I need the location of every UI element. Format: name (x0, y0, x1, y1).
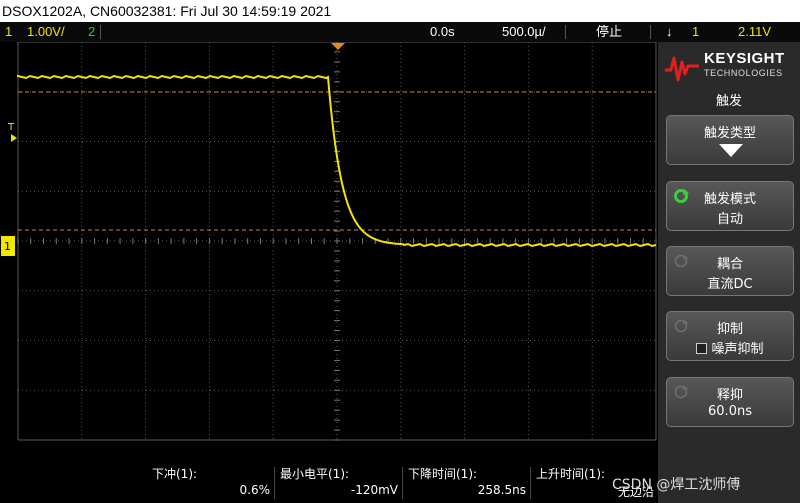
measure-min-level[interactable]: 最小电平(1): -120mV (274, 463, 402, 503)
softkey-label: 触发类型 (703, 126, 756, 141)
logo-text: KEYSIGHT (704, 50, 785, 67)
softkey-coupling[interactable]: 耦合 直流DC (666, 246, 794, 296)
logo-subtext: TECHNOLOGIES (704, 68, 783, 78)
measure-label: 下降时间(1): (408, 467, 478, 481)
measure-value: 258.5ns (477, 483, 526, 497)
ch1-scale[interactable]: 1.00V/ (27, 22, 65, 42)
softkey-reject[interactable]: 抑制 噪声抑制 (666, 311, 794, 361)
softkey-label: 释抑 (716, 388, 743, 403)
measure-label: 上升时间(1): (536, 467, 606, 481)
window-title: DSOX1202A, CN60032381: Fri Jul 30 14:59:… (0, 0, 800, 22)
time-scale[interactable]: 500.0µ/ (502, 22, 546, 42)
measure-label: 最小电平(1): (280, 467, 350, 481)
measurement-bar: 下冲(1): 0.6% 最小电平(1): -120mV 下降时间(1): 258… (0, 463, 658, 503)
ch1-ground-label: 1 (4, 240, 11, 253)
status-divider (565, 25, 566, 39)
softkey-value: 直流DC (707, 277, 753, 292)
measure-value: 0.6% (239, 483, 271, 497)
trigger-level-marker (11, 134, 17, 142)
trigger-channel[interactable]: 1 (692, 22, 699, 42)
trigger-slope-icon[interactable]: ↓ (666, 22, 673, 42)
softkey-value-row: 噪声抑制 (667, 338, 793, 357)
status-divider (650, 25, 651, 39)
menu-title: 触发 (715, 94, 742, 109)
arrow-down-icon (719, 144, 743, 157)
watermark-text: CSDN @焊工沈师傅 (612, 477, 741, 493)
softkey-label: 耦合 (716, 257, 743, 272)
measure-label: 下冲(1): (152, 467, 198, 481)
noise-reject-checkbox[interactable] (696, 343, 708, 354)
waveform-svg: T 1 (1, 42, 657, 441)
time-reference[interactable]: 0.0s (430, 22, 455, 42)
softkey-panel: KEYSIGHT TECHNOLOGIES 触发 触发类型 触发模式 自动 耦合… (658, 42, 800, 503)
softkey-value: 60.0ns (708, 404, 752, 419)
status-divider (100, 25, 101, 39)
measure-value: -120mV (350, 483, 398, 497)
measure-overshoot[interactable]: 下冲(1): 0.6% (146, 463, 274, 503)
softkey-value: 自动 (716, 212, 743, 227)
waveform-display[interactable]: T 1 (0, 42, 658, 463)
ch2-number[interactable]: 2 (88, 22, 95, 42)
keysight-wave-icon (665, 56, 699, 82)
graticule-grid (17, 42, 657, 441)
softkey-holdoff[interactable]: 释抑 60.0ns (666, 377, 794, 427)
status-bar: 1 1.00V/ 2 0.0s 500.0µ/ 停止 ↓ 1 2.11V (0, 22, 800, 42)
ch1-number[interactable]: 1 (5, 22, 12, 42)
run-state[interactable]: 停止 (596, 22, 622, 42)
softkey-label: 抑制 (716, 322, 743, 337)
measure-fall-time[interactable]: 下降时间(1): 258.5ns (402, 463, 530, 503)
trigger-position-marker (331, 43, 345, 50)
softkey-trigger-mode[interactable]: 触发模式 自动 (666, 181, 794, 231)
keysight-logo: KEYSIGHT TECHNOLOGIES (664, 48, 794, 86)
trigger-level[interactable]: 2.11V (738, 22, 771, 42)
trigger-level-label: T (7, 122, 15, 133)
softkey-label: 触发模式 (703, 192, 756, 207)
softkey-trigger-type[interactable]: 触发类型 (666, 115, 794, 165)
softkey-value: 噪声抑制 (711, 342, 764, 357)
